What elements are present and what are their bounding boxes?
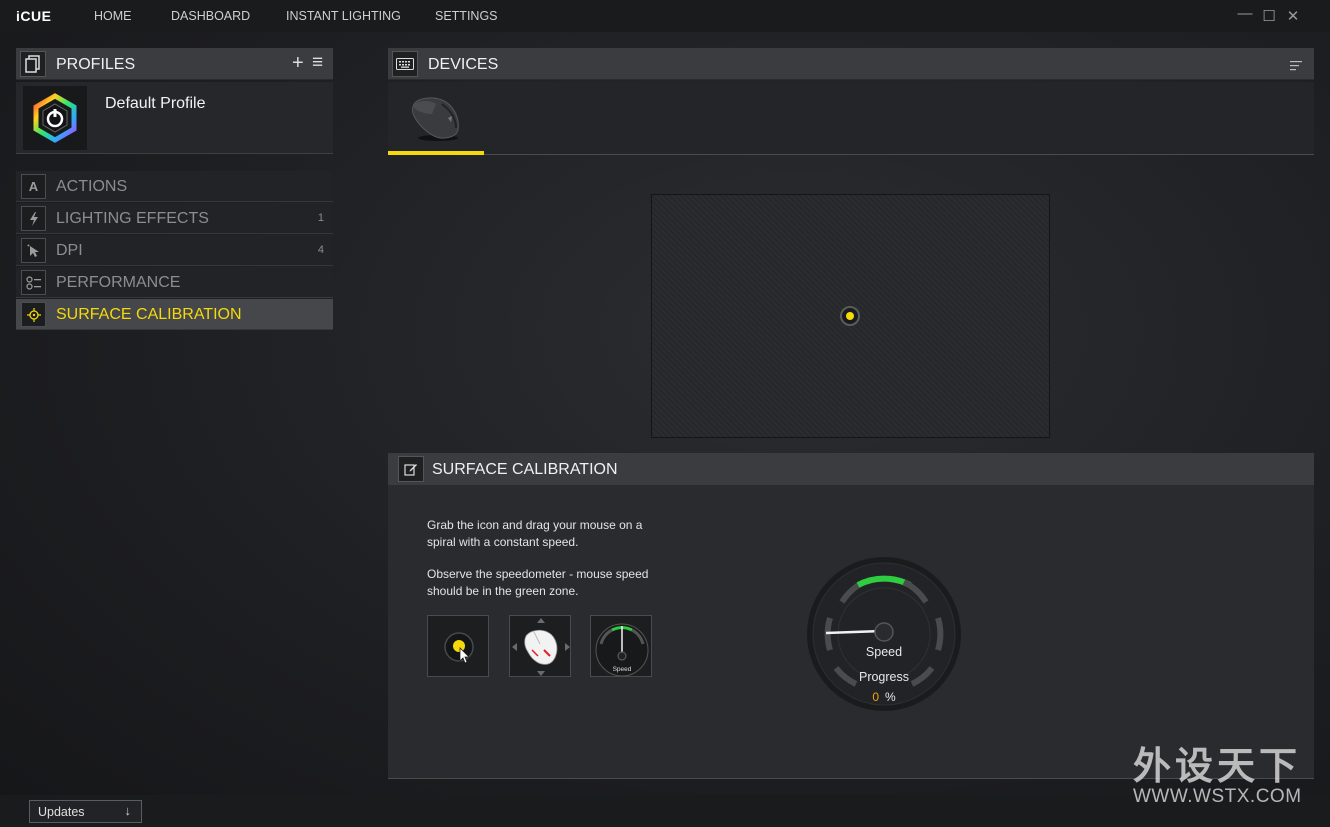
device-tab-mouse[interactable] [388, 82, 484, 155]
updates-button[interactable]: Updates ↓ [29, 800, 142, 823]
app-logo: iCUE [16, 8, 52, 24]
speedometer-gauge: Speed Progress 0% [806, 556, 962, 712]
updates-label: Updates [38, 805, 85, 819]
dpi-cursor-icon [21, 238, 46, 263]
devices-menu-icon[interactable] [1290, 58, 1303, 76]
devices-title: DEVICES [428, 56, 499, 73]
menu-item-performance[interactable]: PERFORMANCE [16, 267, 333, 298]
nav-home[interactable]: HOME [94, 9, 132, 23]
menu-item-actions[interactable]: A ACTIONS [16, 171, 333, 202]
menu-item-label: LIGHTING EFFECTS [56, 210, 209, 227]
calibration-panel: Grab the icon and drag your mouse on a s… [388, 486, 1314, 779]
selected-device-indicator [388, 151, 484, 155]
crosshair-icon [21, 302, 46, 327]
actions-icon: A [21, 174, 46, 199]
nav-dashboard[interactable]: DASHBOARD [171, 9, 250, 23]
menu-item-label: DPI [56, 242, 83, 259]
profiles-icon [20, 51, 46, 77]
performance-icon [21, 270, 46, 295]
menu-item-dpi[interactable]: DPI 4 [16, 235, 333, 266]
watermark-cn: 外设天下 [1133, 744, 1302, 788]
step-drag-mouse-icon [509, 615, 571, 677]
menu-item-lighting-effects[interactable]: LIGHTING EFFECTS 1 [16, 203, 333, 234]
step-grab-icon [427, 615, 489, 677]
gauge-speed-label: Speed [865, 645, 903, 659]
keyboard-icon [392, 51, 418, 77]
profiles-menu-button[interactable]: ≡ [312, 52, 323, 74]
nav-settings[interactable]: SETTINGS [435, 9, 498, 23]
instruction-text-2: Observe the speedometer - mouse speed sh… [427, 567, 649, 598]
status-bar: Updates ↓ [0, 795, 1330, 827]
calibration-surface[interactable] [651, 194, 1050, 438]
progress-unit: % [885, 690, 896, 704]
mouse-device-icon [412, 97, 459, 141]
instruction-text-1: Grab the icon and drag your mouse on a s… [427, 518, 643, 549]
profiles-title: PROFILES [56, 56, 136, 73]
calibration-title: SURFACE CALIBRATION [432, 461, 618, 478]
icue-profile-icon [23, 86, 87, 150]
progress-readout: 0% [806, 690, 962, 704]
watermark-en: WWW.WSTX.COM [1133, 786, 1302, 807]
calibration-drag-handle[interactable] [840, 306, 860, 326]
menu-item-label: SURFACE CALIBRATION [56, 306, 242, 323]
menu-item-surface-calibration[interactable]: SURFACE CALIBRATION [16, 299, 333, 330]
gauge-progress-label: Progress [858, 670, 910, 684]
devices-header: DEVICES [388, 48, 1314, 80]
menu-item-label: ACTIONS [56, 178, 128, 195]
step-speed-label: Speed [613, 666, 632, 673]
device-list [388, 82, 1314, 155]
profile-name: Default Profile [105, 95, 206, 112]
lightning-icon [21, 206, 46, 231]
menu-item-label: PERFORMANCE [56, 274, 181, 291]
add-profile-button[interactable]: + [292, 52, 304, 75]
minimize-button[interactable]: — [1237, 5, 1253, 22]
progress-value: 0 [872, 690, 879, 704]
watermark: 外设天下 WWW.WSTX.COM [1133, 746, 1313, 808]
profiles-header: PROFILES + ≡ [16, 48, 333, 80]
title-bar: iCUE HOME DASHBOARD INSTANT LIGHTING SET… [0, 0, 1330, 32]
close-button[interactable]: ✕ [1285, 7, 1301, 25]
edit-icon [398, 456, 424, 482]
profile-item[interactable]: Default Profile [16, 82, 333, 154]
calibration-header: SURFACE CALIBRATION [388, 453, 1314, 486]
menu-item-count: 1 [317, 212, 324, 224]
menu-item-count: 4 [317, 244, 324, 256]
maximize-button[interactable]: ☐ [1261, 7, 1277, 25]
nav-instant-lighting[interactable]: INSTANT LIGHTING [286, 9, 401, 23]
download-icon: ↓ [124, 803, 132, 818]
step-speedometer-icon: Speed [590, 615, 652, 677]
